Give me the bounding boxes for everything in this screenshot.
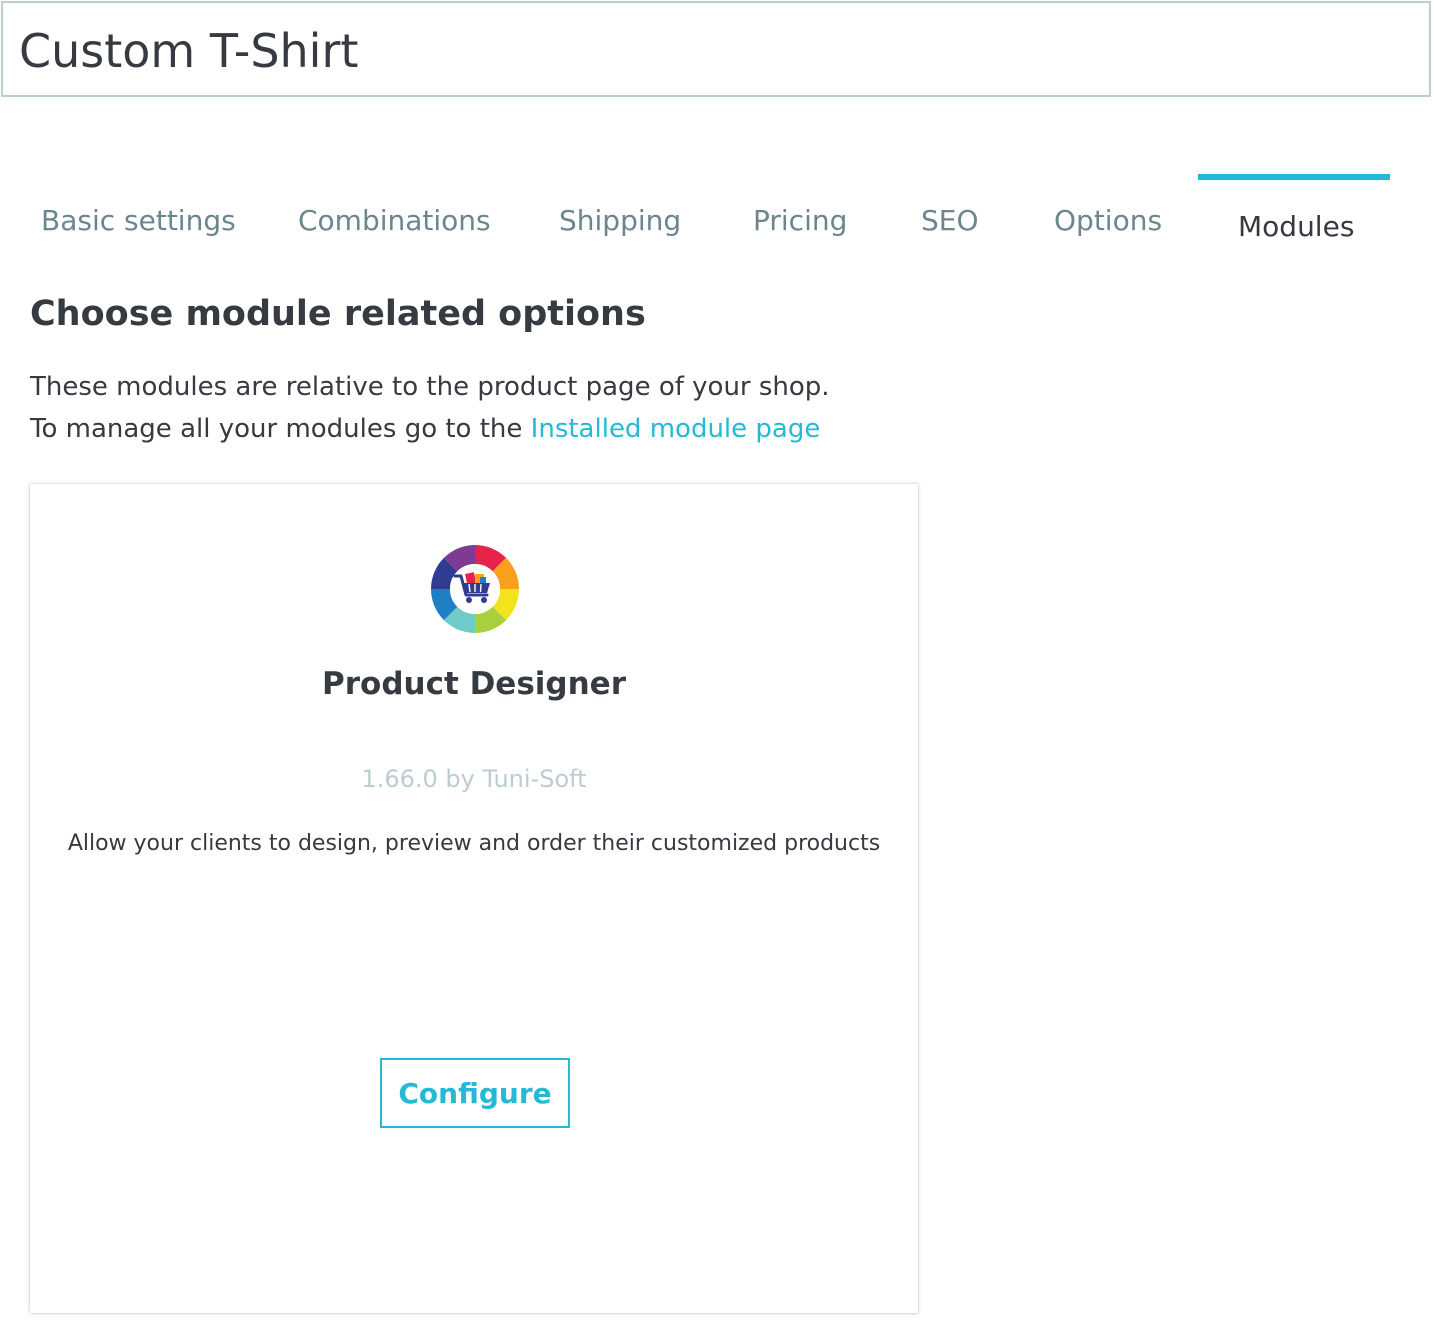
tab-basic-settings[interactable]: Basic settings bbox=[41, 204, 236, 237]
tab-seo[interactable]: SEO bbox=[921, 204, 979, 237]
installed-module-page-link[interactable]: Installed module page bbox=[531, 414, 821, 444]
module-name: Product Designer bbox=[322, 666, 626, 702]
active-tab-indicator bbox=[1198, 174, 1390, 180]
tab-options[interactable]: Options bbox=[1054, 204, 1162, 237]
tab-shipping[interactable]: Shipping bbox=[559, 204, 681, 237]
product-name-field-wrapper bbox=[1, 1, 1431, 99]
section-description-line-2: To manage all your modules go to the Ins… bbox=[30, 414, 820, 444]
product-tabs: Basic settings Combinations Shipping Pri… bbox=[0, 170, 1434, 260]
shopping-cart-color-wheel-icon bbox=[431, 545, 519, 633]
tab-combinations[interactable]: Combinations bbox=[298, 204, 491, 237]
module-description: Allow your clients to design, preview an… bbox=[67, 831, 881, 856]
module-version-author: 1.66.0 by Tuni-Soft bbox=[361, 765, 587, 793]
module-card: Product Designer 1.66.0 by Tuni-Soft All… bbox=[30, 484, 918, 1313]
section-title: Choose module related options bbox=[30, 294, 646, 334]
tab-pricing[interactable]: Pricing bbox=[753, 204, 847, 237]
section-description-prefix: To manage all your modules go to the bbox=[30, 414, 531, 444]
configure-button[interactable]: Configure bbox=[380, 1058, 570, 1128]
section-description-line-1: These modules are relative to the produc… bbox=[30, 372, 830, 402]
product-name-input[interactable] bbox=[19, 3, 1409, 99]
tab-modules[interactable]: Modules bbox=[1238, 210, 1354, 243]
